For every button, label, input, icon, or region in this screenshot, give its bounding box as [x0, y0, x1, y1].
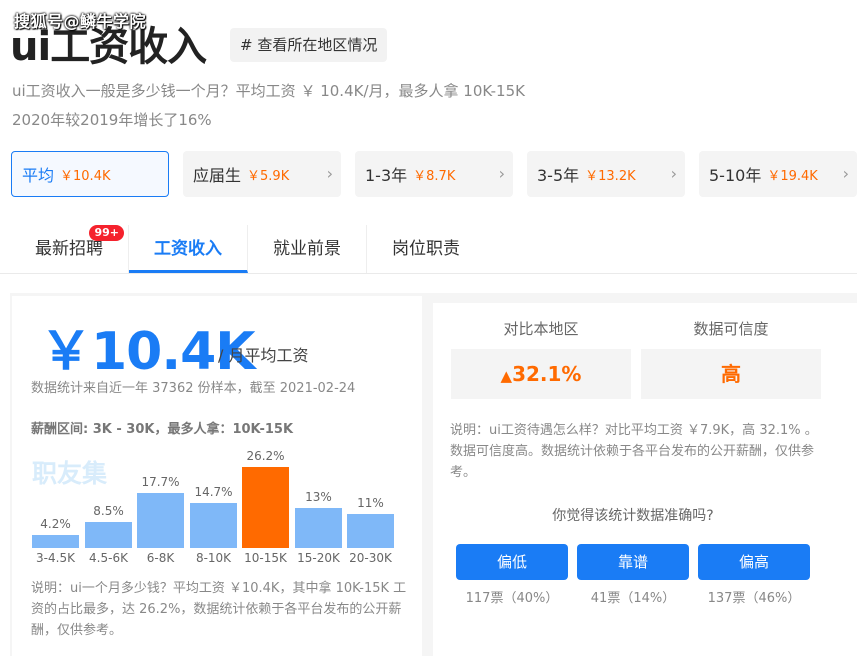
content-tabs: 最新招聘 99+ 工资收入 就业前景 岗位职责 [10, 225, 485, 273]
tab-salary[interactable]: 工资收入 [129, 225, 248, 273]
level-1-3-years[interactable]: 1-3年 ￥8.7K › [355, 151, 513, 197]
level-value: ￥8.7K [413, 168, 456, 184]
bar-category-label: 6-8K [146, 551, 175, 565]
count-badge: 99+ [89, 225, 124, 241]
tab-label: 就业前景 [273, 239, 341, 259]
level-value: ￥5.9K [247, 168, 290, 184]
bar-category-label: 15-20K [297, 551, 340, 565]
bar-category-label: 8-10K [195, 551, 232, 565]
arrow-up-icon: ▲ [500, 367, 513, 385]
level-value: ￥19.4K [767, 168, 818, 184]
tab-label: 工资收入 [154, 239, 222, 259]
bar-value-label: 14.7% [194, 485, 233, 499]
tab-prospects[interactable]: 就业前景 [248, 225, 367, 273]
bar-10-15K [242, 467, 289, 548]
vote-accurate-count: 41票（14%） [590, 591, 676, 606]
level-label: 3-5年 [537, 166, 580, 185]
tab-recruitment[interactable]: 最新招聘 99+ [10, 225, 129, 273]
tab-divider [0, 273, 857, 274]
bar-value-label: 11% [357, 496, 384, 510]
chevron-right-icon: › [498, 164, 505, 183]
bar-value-label: 26.2% [246, 449, 285, 463]
bar-value-label: 4.2% [40, 517, 71, 531]
bar-15-20K [295, 508, 342, 548]
level-value: ￥10.4K [60, 168, 111, 184]
bar-20-30K [347, 514, 394, 548]
salary-unit: / 月平均工资 [218, 346, 309, 365]
level-5-10-years[interactable]: 5-10年 ￥19.4K › [699, 151, 857, 197]
region-button[interactable]: # 查看所在地区情况 [230, 28, 388, 62]
chevron-right-icon: › [670, 164, 677, 183]
level-label: 5-10年 [709, 166, 762, 185]
subtitle-growth: 2020年较2019年增长了16% [12, 111, 212, 129]
bar-category-label: 10-15K [244, 551, 287, 565]
experience-level-selector: 平均 ￥10.4K 应届生 ￥5.9K › 1-3年 ￥8.7K › 3-5年 … [11, 151, 857, 197]
tab-responsibilities[interactable]: 岗位职责 [367, 225, 485, 273]
level-3-5-years[interactable]: 3-5年 ￥13.2K › [527, 151, 685, 197]
salary-description: 说明：ui一个月多少钱？平均工资 ￥10.4K，其中拿 10K-15K 工资的占… [31, 581, 407, 638]
vote-high-button[interactable]: 偏高 [698, 544, 810, 580]
bar-value-label: 8.5% [93, 504, 124, 518]
bar-value-label: 17.7% [141, 475, 180, 489]
bar-category-label: 20-30K [349, 551, 392, 565]
vote-low-count: 117票（40%） [465, 591, 559, 606]
confidence-value: 高 [641, 349, 821, 399]
level-average[interactable]: 平均 ￥10.4K [11, 151, 169, 197]
watermark-text: 搜狐号@鳞牛学院 [14, 12, 147, 31]
local-comparison-value: ▲32.1% [451, 349, 631, 399]
sample-note: 数据统计来自近一年 37362 份样本，截至 2021-02-24 [31, 381, 356, 396]
bar-3-4.5K [32, 535, 79, 548]
accuracy-question: 你觉得该统计数据准确吗? [552, 508, 714, 524]
bar-value-label: 13% [305, 490, 332, 504]
vote-accurate-button[interactable]: 靠谱 [577, 544, 689, 580]
vote-low-button[interactable]: 偏低 [456, 544, 568, 580]
comparison-description: 说明：ui工资待遇怎么样？对比平均工资 ￥7.9K，高 32.1% 。数据可信度… [450, 423, 818, 480]
site-logo: 职友集 [32, 459, 108, 488]
local-comparison-header: 对比本地区 [503, 320, 579, 338]
salary-range: 薪酬区间: 3K - 30K，最多人拿：10K-15K [31, 422, 294, 437]
tab-label: 最新招聘 [35, 239, 103, 259]
chevron-right-icon: › [326, 164, 333, 183]
confidence-header: 数据可信度 [693, 320, 769, 338]
tab-label: 岗位职责 [392, 239, 460, 259]
level-label: 平均 [22, 166, 55, 185]
level-label: 1-3年 [365, 166, 408, 185]
vote-high-count: 137票（46%） [707, 591, 801, 606]
level-value: ￥13.2K [585, 168, 636, 184]
local-percent: 32.1% [512, 362, 582, 386]
bar-category-label: 4.5-6K [89, 551, 128, 565]
level-graduate[interactable]: 应届生 ￥5.9K › [183, 151, 341, 197]
bar-6-8K [137, 493, 184, 548]
bar-category-label: 3-4.5K [36, 551, 75, 565]
subtitle-summary: ui工资收入一般是多少钱一个月？平均工资 ￥ 10.4K/月，最多人拿 10K-… [12, 82, 525, 100]
level-label: 应届生 [193, 166, 242, 185]
chevron-right-icon: › [842, 164, 849, 183]
bar-8-10K [190, 503, 237, 548]
bar-4.5-6K [85, 522, 132, 548]
